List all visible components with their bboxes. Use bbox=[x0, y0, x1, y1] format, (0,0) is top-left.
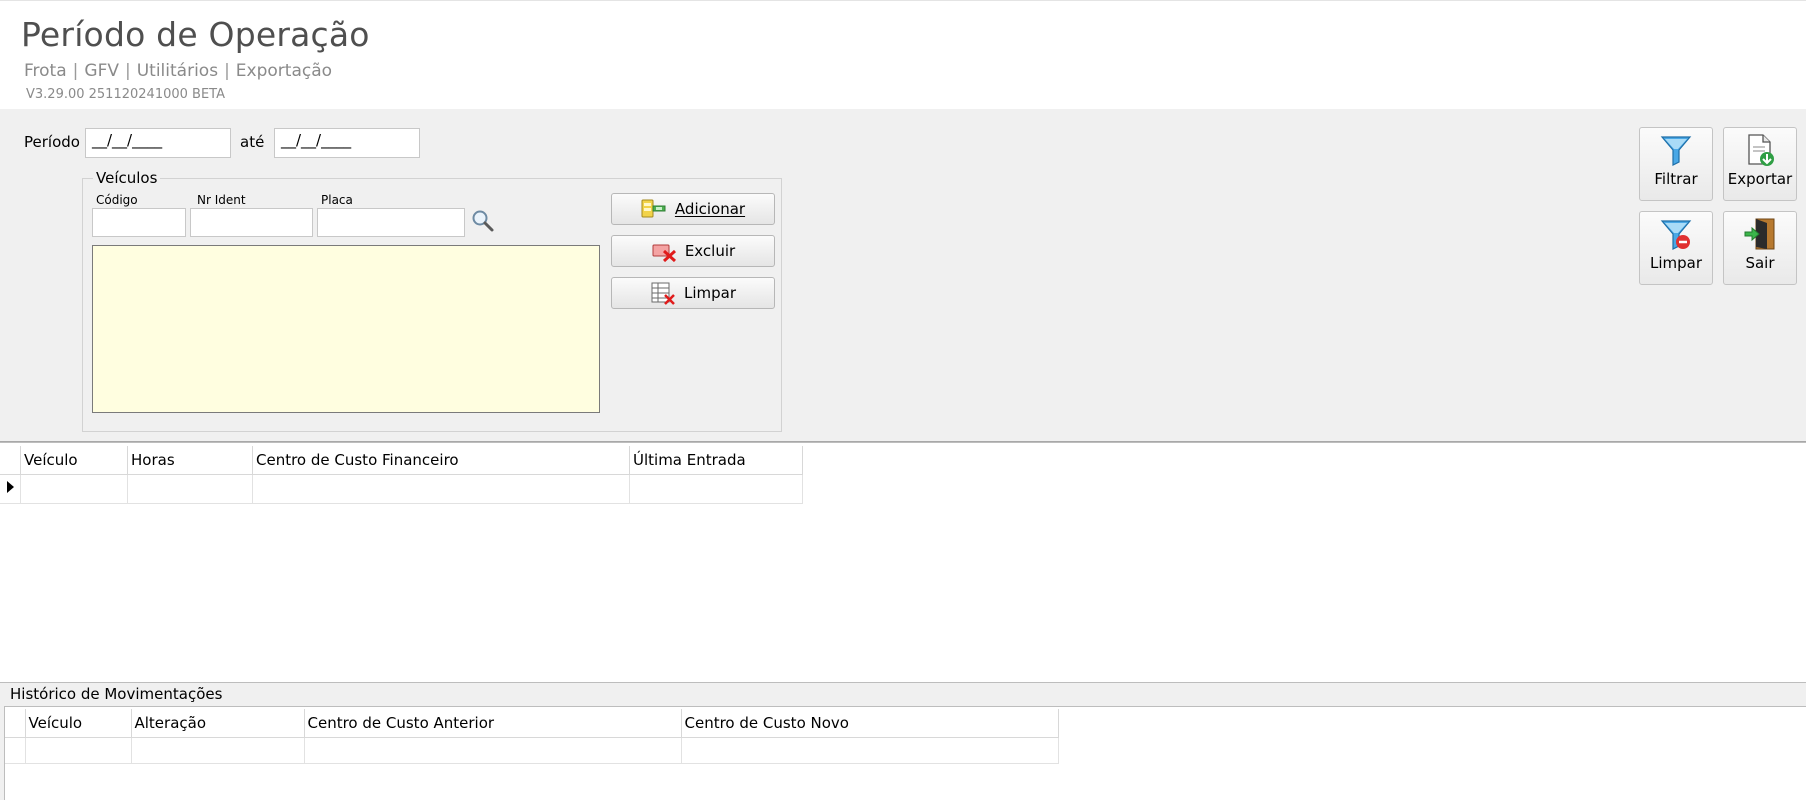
vehicle-list[interactable] bbox=[92, 245, 600, 413]
limpar-list-button[interactable]: Limpar bbox=[611, 277, 775, 309]
history-panel: Histórico de Movimentações Veículo Alter… bbox=[0, 683, 1806, 800]
history-cell-centro-custo-anterior[interactable] bbox=[304, 737, 682, 764]
delete-icon bbox=[652, 244, 676, 262]
cell-horas[interactable] bbox=[127, 474, 253, 504]
limpar-filtro-button[interactable]: Limpar bbox=[1639, 211, 1713, 285]
export-icon bbox=[1748, 134, 1774, 166]
excluir-label: Excluir bbox=[684, 242, 736, 260]
cell-veiculo[interactable] bbox=[20, 474, 128, 504]
exportar-label: Exportar bbox=[1727, 170, 1793, 188]
breadcrumb-item-exportacao[interactable]: Exportação bbox=[236, 61, 332, 81]
filtrar-label: Filtrar bbox=[1654, 170, 1698, 188]
breadcrumb-item-utilitarios[interactable]: Utilitários bbox=[137, 61, 218, 81]
ate-label: até bbox=[240, 133, 265, 151]
history-column-header-alteracao[interactable]: Alteração bbox=[131, 709, 305, 738]
nrident-input[interactable] bbox=[190, 208, 313, 237]
limpar-filtro-label: Limpar bbox=[1649, 254, 1703, 272]
main-grid[interactable]: Veículo Horas Centro de Custo Financeiro… bbox=[0, 442, 1806, 683]
nrident-label: Nr Ident bbox=[197, 193, 246, 207]
history-row-indicator bbox=[5, 737, 26, 764]
table-row[interactable] bbox=[5, 737, 1059, 764]
placa-label: Placa bbox=[321, 193, 353, 207]
column-header-horas[interactable]: Horas bbox=[127, 446, 253, 475]
cell-ultima-entrada[interactable] bbox=[629, 474, 803, 504]
filter-icon bbox=[1660, 136, 1692, 166]
clear-filter-icon bbox=[1660, 220, 1692, 250]
periodo-inicio-input[interactable]: __/__/____ bbox=[85, 128, 231, 158]
history-row-indicator-header bbox=[5, 709, 26, 738]
limpar-list-label: Limpar bbox=[683, 284, 737, 302]
table-row[interactable] bbox=[0, 474, 803, 504]
excluir-button[interactable]: Excluir bbox=[611, 235, 775, 267]
history-column-header-centro-custo-anterior[interactable]: Centro de Custo Anterior bbox=[304, 709, 682, 738]
column-header-centro-custo-financeiro[interactable]: Centro de Custo Financeiro bbox=[252, 446, 630, 475]
breadcrumb-item-frota[interactable]: Frota bbox=[24, 61, 67, 81]
breadcrumb-item-gfv[interactable]: GFV bbox=[84, 61, 119, 81]
page-header: Período de Operação Frota | GFV | Utilitário… bbox=[0, 0, 1806, 109]
placa-input[interactable] bbox=[317, 208, 465, 237]
breadcrumb: Frota | GFV | Utilitários | Exportação bbox=[24, 61, 333, 81]
veiculos-legend: Veículos bbox=[93, 169, 161, 187]
history-column-header-centro-custo-novo[interactable]: Centro de Custo Novo bbox=[681, 709, 1059, 738]
sair-label: Sair bbox=[1745, 254, 1775, 272]
adicionar-button[interactable]: Adicionar bbox=[611, 193, 775, 225]
history-cell-alteracao[interactable] bbox=[131, 737, 305, 764]
history-title: Histórico de Movimentações bbox=[10, 685, 223, 703]
add-vehicle-icon bbox=[641, 199, 666, 218]
history-cell-centro-custo-novo[interactable] bbox=[681, 737, 1059, 764]
column-header-veiculo[interactable]: Veículo bbox=[20, 446, 128, 475]
cell-centro-custo-financeiro[interactable] bbox=[252, 474, 630, 504]
history-column-header-veiculo[interactable]: Veículo bbox=[25, 709, 132, 738]
column-header-ultima-entrada[interactable]: Última Entrada bbox=[629, 446, 803, 475]
filter-panel: Período __/__/____ até __/__/____ Veícul… bbox=[0, 109, 1806, 442]
veiculos-group: Veículos Código Nr Ident Placa Adicionar bbox=[82, 169, 782, 432]
codigo-input[interactable] bbox=[92, 208, 186, 237]
filtrar-button[interactable]: Filtrar bbox=[1639, 127, 1713, 201]
periodo-label: Período bbox=[24, 133, 80, 151]
history-grid[interactable]: Veículo Alteração Centro de Custo Anteri… bbox=[4, 706, 1806, 800]
search-icon[interactable] bbox=[470, 208, 496, 238]
codigo-label: Código bbox=[96, 193, 138, 207]
row-indicator-arrow-icon bbox=[0, 474, 21, 504]
clear-table-icon bbox=[651, 282, 675, 305]
row-indicator-header bbox=[0, 446, 21, 475]
adicionar-label: Adicionar bbox=[674, 200, 746, 218]
exportar-button[interactable]: Exportar bbox=[1723, 127, 1797, 201]
sair-button[interactable]: Sair bbox=[1723, 211, 1797, 285]
version-label: V3.29.00 251120241000 BETA bbox=[26, 87, 225, 102]
exit-door-icon bbox=[1744, 218, 1775, 250]
history-cell-veiculo[interactable] bbox=[25, 737, 132, 764]
periodo-fim-input[interactable]: __/__/____ bbox=[274, 128, 420, 158]
page-title: Período de Operação bbox=[21, 15, 370, 54]
